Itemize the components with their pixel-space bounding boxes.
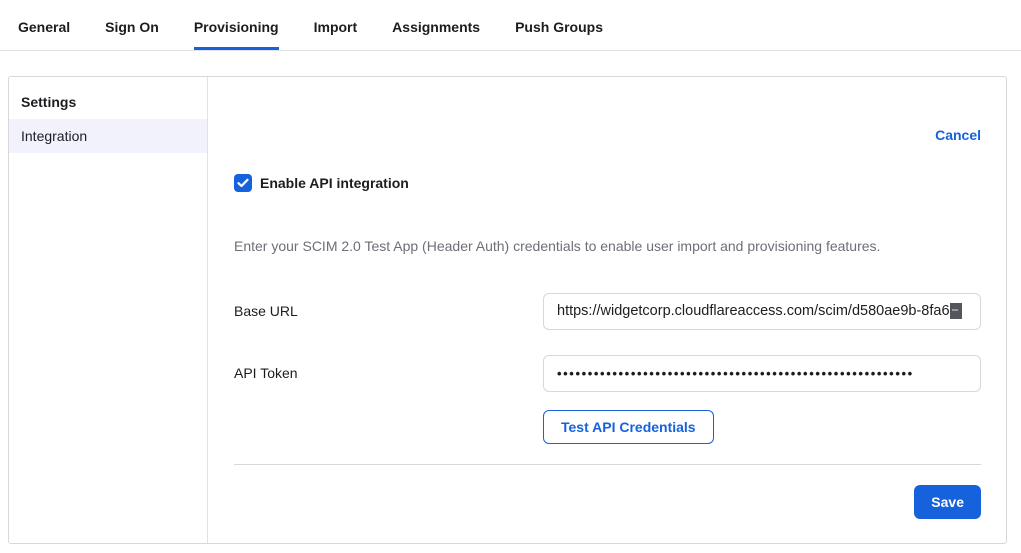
base-url-value: https://widgetcorp.cloudflareaccess.com/… [557, 303, 950, 319]
check-icon [237, 178, 249, 188]
api-token-masked-value: ••••••••••••••••••••••••••••••••••••••••… [557, 366, 914, 381]
api-token-label: API Token [234, 355, 543, 381]
tab-push-groups[interactable]: Push Groups [515, 0, 603, 50]
save-button[interactable]: Save [914, 485, 981, 519]
cancel-link[interactable]: Cancel [935, 127, 981, 143]
settings-sidebar: Settings Integration [9, 77, 208, 543]
test-credentials-row: Test API Credentials [234, 410, 981, 444]
tab-general[interactable]: General [18, 0, 70, 50]
enable-api-integration-label: Enable API integration [260, 175, 409, 191]
sidebar-item-integration[interactable]: Integration [9, 119, 207, 153]
integration-settings-content: Cancel Enable API integration Enter your… [208, 77, 1006, 543]
tab-import[interactable]: Import [314, 0, 358, 50]
enable-api-integration-row: Enable API integration [234, 174, 981, 192]
base-url-label: Base URL [234, 293, 543, 319]
provisioning-panel: Settings Integration Cancel Enable API i… [8, 76, 1007, 544]
base-url-input[interactable]: https://widgetcorp.cloudflareaccess.com/… [543, 293, 981, 330]
app-tab-bar: General Sign On Provisioning Import Assi… [0, 0, 1021, 51]
test-api-credentials-button[interactable]: Test API Credentials [543, 410, 714, 444]
footer-divider [234, 464, 981, 465]
sidebar-header: Settings [9, 86, 207, 119]
save-row: Save [234, 485, 981, 519]
tab-sign-on[interactable]: Sign On [105, 0, 159, 50]
enable-api-integration-checkbox[interactable] [234, 174, 252, 192]
text-selection-block [950, 303, 962, 319]
credentials-description: Enter your SCIM 2.0 Test App (Header Aut… [234, 237, 981, 256]
cancel-row: Cancel [234, 127, 981, 144]
tab-provisioning[interactable]: Provisioning [194, 0, 279, 50]
api-token-field-row: API Token ••••••••••••••••••••••••••••••… [234, 355, 981, 392]
tab-assignments[interactable]: Assignments [392, 0, 480, 50]
base-url-field-row: Base URL https://widgetcorp.cloudflareac… [234, 293, 981, 330]
api-token-input[interactable]: ••••••••••••••••••••••••••••••••••••••••… [543, 355, 981, 392]
